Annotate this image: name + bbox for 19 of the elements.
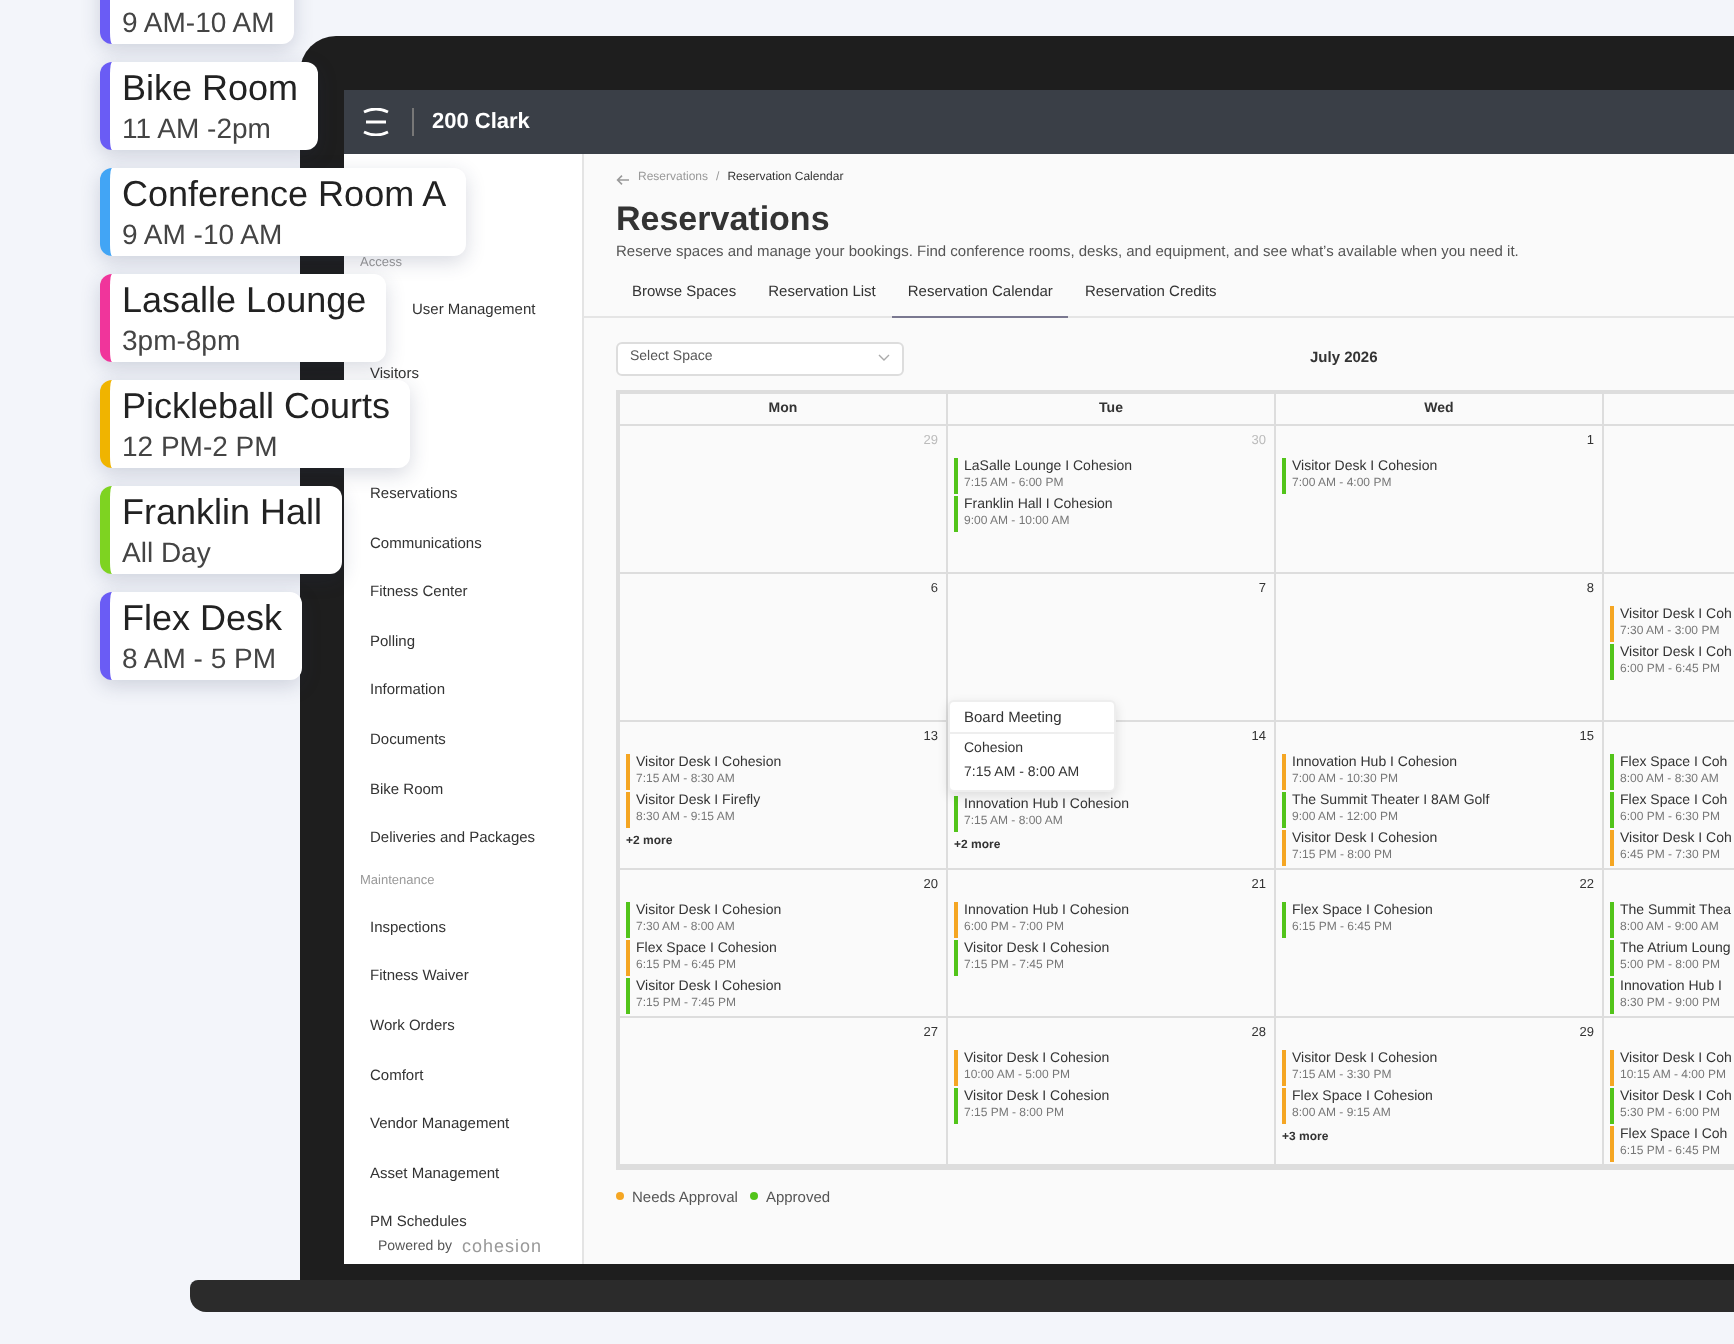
booking-time: 9 AM -10 AM — [122, 216, 285, 252]
back-arrow-icon[interactable] — [616, 173, 630, 185]
booking-title: Pickleball Courts — [122, 384, 391, 428]
booking-time: 3pm-8pm — [122, 322, 243, 358]
brand-logo: cohesion — [461, 1234, 542, 1261]
building-name: 200 Clark — [432, 107, 530, 138]
booking-time: 12 PM-2 PM — [122, 428, 280, 464]
booking-time: 8 AM - 5 PM — [122, 640, 279, 676]
booking-title: Franklin Hall — [122, 490, 323, 534]
booking-title: Flex Desk — [122, 596, 283, 640]
booking-time: 11 AM -2pm — [122, 110, 273, 146]
booking-title: Bike Room — [122, 66, 299, 110]
menu-icon[interactable] — [360, 108, 392, 136]
booking-time: All Day — [122, 534, 213, 570]
booking-title: Conference Room A — [122, 172, 447, 216]
chevron-down-icon — [878, 354, 890, 362]
page-title: Reservations — [616, 200, 832, 240]
booking-time: 9 AM-10 AM — [122, 4, 275, 40]
booking-title: Lasalle Lounge — [122, 278, 367, 322]
